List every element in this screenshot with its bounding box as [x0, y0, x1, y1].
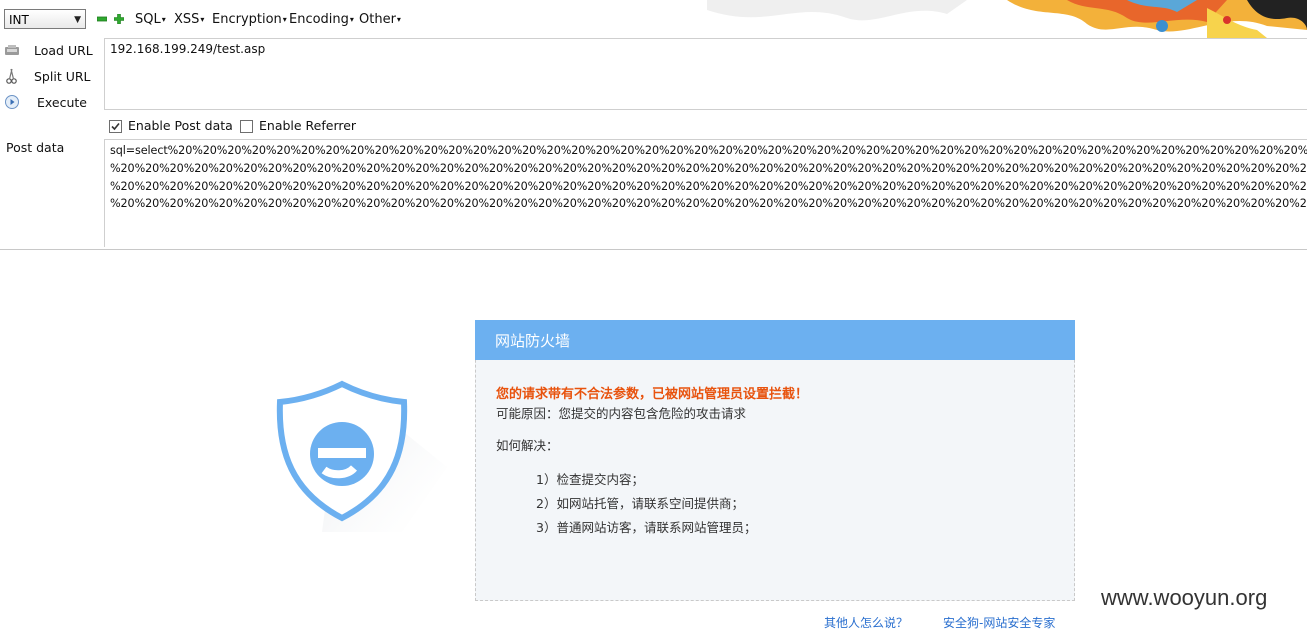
firewall-title: 网站防火墙 [495, 332, 571, 350]
menu-encoding[interactable]: Encoding▾ [289, 12, 354, 27]
menu-other[interactable]: Other▾ [359, 12, 401, 27]
blocked-warning: 您的请求带有不合法参数，已被网站管理员设置拦截！ [496, 387, 809, 402]
post-data-line: %20%20%20%20%20%20%20%20%20%20%20%20%20%… [110, 197, 1307, 210]
scissors-icon [6, 68, 17, 84]
enable-post-checkbox[interactable] [109, 120, 122, 133]
shield-logo-icon [276, 380, 447, 532]
menu-sql[interactable]: SQL▾ [135, 12, 166, 27]
split-url-button[interactable]: Split URL [0, 66, 100, 88]
split-url-label: Split URL [34, 69, 91, 84]
enable-referrer-checkbox[interactable] [240, 120, 253, 133]
execute-label: Execute [37, 95, 87, 110]
hackbar-toolbar: INT ▼ SQL▾ XSS▾ Encryption▾ Encoding▾ Ot… [0, 0, 1307, 38]
possible-reason: 可能原因：您提交的内容包含危险的攻击请求 [496, 406, 747, 421]
chevron-down-icon: ▼ [74, 15, 81, 25]
menu-other-label: Other [359, 12, 396, 27]
caret-down-icon: ▾ [349, 15, 354, 24]
checkmark-icon [111, 122, 120, 131]
url-textarea[interactable]: 192.168.199.249/test.asp [104, 38, 1307, 110]
post-data-textarea[interactable]: sql=select%20%20%20%20%20%20%20%20%20%20… [104, 139, 1307, 247]
load-url-icon [5, 45, 19, 55]
resolve-step: 2）如网站托管，请联系空间提供商； [536, 496, 744, 511]
others-opinion-link[interactable]: 其他人怎么说？ [824, 614, 908, 631]
minus-icon[interactable] [97, 14, 107, 24]
load-url-button[interactable]: Load URL [0, 40, 100, 62]
post-data-line: %20%20%20%20%20%20%20%20%20%20%20%20%20%… [110, 162, 1307, 175]
hackbar-panel: INT ▼ SQL▾ XSS▾ Encryption▾ Encoding▾ Ot… [0, 0, 1307, 250]
menu-encryption-label: Encryption [212, 12, 282, 27]
url-value: 192.168.199.249/test.asp [110, 42, 266, 56]
caret-down-icon: ▾ [161, 15, 166, 24]
menu-sql-label: SQL [135, 12, 161, 27]
menu-xss-label: XSS [174, 12, 200, 27]
plus-icon[interactable] [114, 14, 124, 24]
resolve-step: 1）检查提交内容； [536, 472, 644, 487]
watermark: www.wooyun.org [1101, 585, 1268, 610]
safedog-brand-link[interactable]: 安全狗-网站安全专家 [943, 614, 1055, 631]
panel-divider [0, 249, 1307, 250]
caret-down-icon: ▾ [282, 15, 287, 24]
post-data-line: %20%20%20%20%20%20%20%20%20%20%20%20%20%… [110, 180, 1307, 193]
decorative-splash-banner [707, 0, 1307, 38]
play-icon [5, 95, 19, 109]
post-data-label: Post data [6, 140, 65, 155]
injection-type-select[interactable]: INT ▼ [4, 9, 86, 29]
post-data-line: sql=select%20%20%20%20%20%20%20%20%20%20… [110, 144, 1307, 157]
caret-down-icon: ▾ [396, 15, 401, 24]
firewall-panel-header: 网站防火墙 [475, 320, 1075, 360]
firewall-panel: 网站防火墙 您的请求带有不合法参数，已被网站管理员设置拦截！ 可能原因：您提交的… [475, 320, 1075, 601]
menu-encoding-label: Encoding [289, 12, 349, 27]
how-to-resolve: 如何解决： [496, 438, 559, 453]
menu-encryption[interactable]: Encryption▾ [212, 12, 287, 27]
injection-type-value: INT [9, 13, 29, 27]
caret-down-icon: ▾ [200, 15, 205, 24]
enable-post-label: Enable Post data [128, 118, 233, 133]
enable-referrer-label: Enable Referrer [259, 118, 357, 133]
load-url-label: Load URL [34, 43, 93, 58]
execute-button[interactable]: Execute [0, 92, 100, 114]
menu-xss[interactable]: XSS▾ [174, 12, 204, 27]
resolve-step: 3）普通网站访客，请联系网站管理员； [536, 520, 757, 535]
